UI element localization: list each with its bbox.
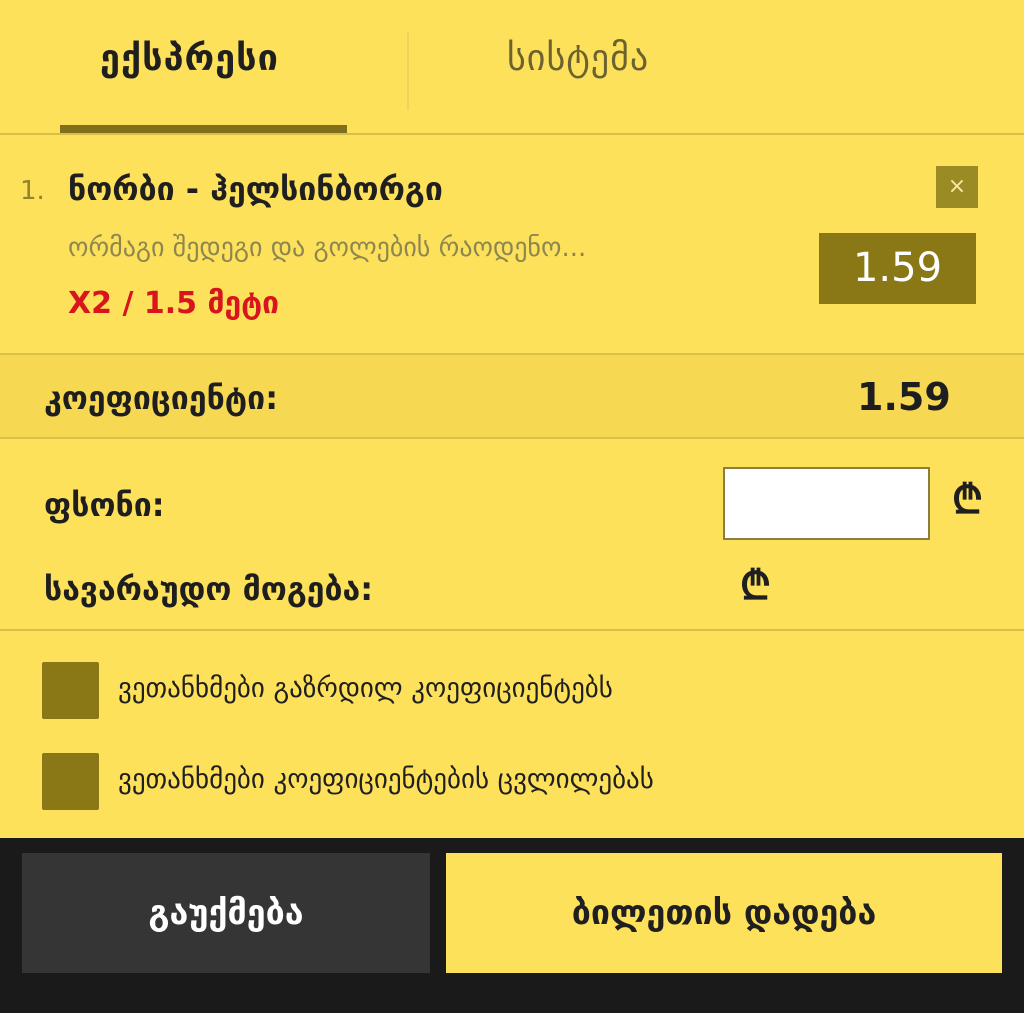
bet-index: 1.: [20, 176, 45, 206]
remove-bet-button[interactable]: ×: [936, 166, 978, 208]
bet-pick: X2 / 1.5 მეტი: [68, 286, 280, 321]
divider: [0, 133, 1024, 135]
cancel-button[interactable]: გაუქმება: [22, 853, 430, 973]
place-bet-button[interactable]: ბილეთის დადება: [446, 853, 1002, 973]
accept-increased-odds-label: ვეთანხმები გაზრდილ კოეფიციენტებს: [118, 673, 613, 704]
coefficient-value: 1.59: [857, 375, 951, 419]
divider: [0, 437, 1024, 439]
lari-currency-icon: ₾: [740, 563, 771, 609]
coefficient-label: კოეფიციენტი:: [44, 379, 278, 417]
bet-type-tabs: ექსპრესი სისტემა: [0, 0, 1024, 135]
bet-odds: 1.59: [819, 233, 976, 304]
accept-odds-change-checkbox[interactable]: [42, 753, 99, 810]
accept-increased-odds-checkbox[interactable]: [42, 662, 99, 719]
tab-express[interactable]: ექსპრესი: [100, 38, 279, 79]
tab-system[interactable]: სისტემა: [507, 38, 649, 79]
accept-odds-change-label: ვეთანხმები კოეფიციენტების ცვლილებას: [118, 764, 654, 795]
bet-market: ორმაგი შედეგი და გოლების რაოდენო...: [68, 233, 587, 263]
coefficient-row: კოეფიციენტი: 1.59: [0, 355, 1024, 438]
potential-win-label: სავარაუდო მოგება:: [44, 570, 374, 608]
lari-currency-icon: ₾: [952, 477, 983, 523]
stake-input[interactable]: [723, 467, 930, 540]
divider: [0, 629, 1024, 631]
stake-label: ფსონი:: [44, 486, 165, 524]
close-icon: ×: [947, 174, 967, 199]
tab-divider: [407, 32, 409, 110]
bet-match-name: ნორბი - ჰელსინბორგი: [68, 170, 443, 208]
